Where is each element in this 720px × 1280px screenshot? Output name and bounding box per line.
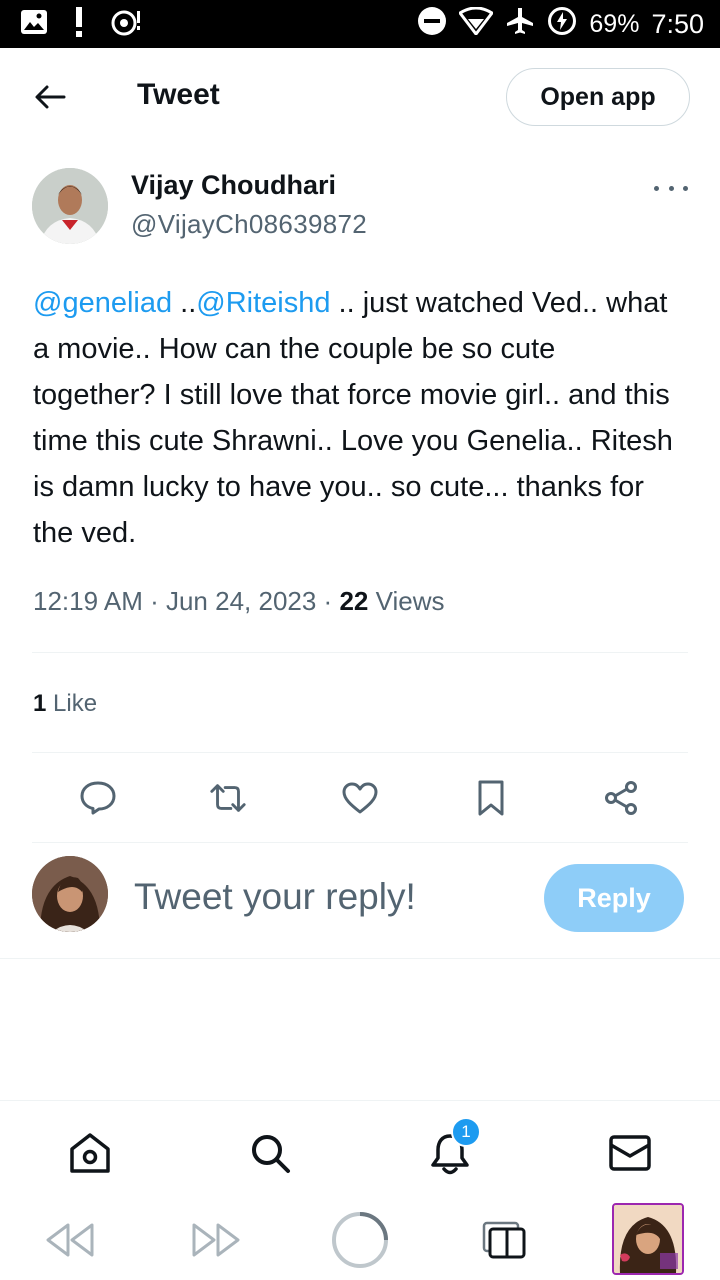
home-icon[interactable] bbox=[66, 1129, 114, 1177]
airplane-icon bbox=[505, 6, 535, 43]
mention-link[interactable]: @geneliad bbox=[33, 287, 172, 319]
current-user-avatar bbox=[32, 856, 108, 932]
tweet-actions bbox=[32, 770, 688, 826]
likes-count: 1 bbox=[33, 690, 47, 717]
open-app-button[interactable]: Open app bbox=[506, 68, 690, 126]
bottom-navigation: 1 bbox=[0, 1100, 720, 1200]
battery-charging-icon bbox=[547, 6, 577, 43]
browser-toolbar bbox=[0, 1200, 720, 1280]
battery-level: 69% bbox=[589, 9, 640, 38]
fast-forward-icon[interactable] bbox=[186, 1210, 246, 1270]
divider bbox=[32, 652, 688, 653]
clock: 7:50 bbox=[651, 8, 704, 39]
tweet-text-fragment: .. bbox=[172, 287, 197, 319]
author-handle[interactable]: @VijayCh08639872 bbox=[131, 209, 367, 240]
tweet-time[interactable]: 12:19 AM bbox=[33, 586, 143, 616]
reply-input[interactable] bbox=[134, 872, 514, 922]
divider bbox=[32, 752, 688, 753]
mention-link[interactable]: @Riteishd bbox=[196, 287, 330, 319]
status-bar: 69% 7:50 bbox=[0, 0, 720, 48]
share-icon[interactable] bbox=[601, 778, 641, 818]
alert-icon bbox=[74, 6, 84, 42]
tweet-meta: 12:19 AM · Jun 24, 2023 · 22 Views bbox=[33, 586, 445, 616]
tweet-date[interactable]: Jun 24, 2023 bbox=[166, 586, 316, 616]
divider bbox=[32, 842, 688, 843]
reply-button[interactable]: Reply bbox=[544, 864, 684, 932]
like-icon[interactable] bbox=[340, 778, 380, 818]
more-options-icon[interactable] bbox=[654, 178, 688, 198]
likes-stat[interactable]: 1 Like bbox=[33, 690, 97, 718]
likes-label: Like bbox=[53, 690, 98, 717]
messages-icon[interactable] bbox=[606, 1129, 654, 1177]
retweet-icon[interactable] bbox=[208, 778, 248, 818]
back-button[interactable] bbox=[30, 80, 70, 114]
loading-spinner-icon[interactable] bbox=[330, 1210, 390, 1270]
notifications-badge: 1 bbox=[451, 1117, 481, 1147]
page-title: Tweet bbox=[137, 78, 220, 111]
rewind-icon[interactable] bbox=[40, 1210, 100, 1270]
author-avatar[interactable] bbox=[32, 168, 108, 244]
views-count: 22 bbox=[339, 586, 369, 616]
bookmark-icon[interactable] bbox=[471, 778, 511, 818]
views-label: Views bbox=[375, 586, 445, 616]
dnd-icon bbox=[417, 6, 447, 43]
divider bbox=[0, 958, 720, 959]
wifi-icon bbox=[458, 6, 495, 42]
search-icon[interactable] bbox=[246, 1129, 294, 1177]
tweet-text: @geneliad ..@Riteishd .. just watched Ve… bbox=[33, 280, 683, 556]
reply-icon[interactable] bbox=[78, 778, 118, 818]
author-name[interactable]: Vijay Choudhari bbox=[131, 170, 336, 201]
tweet-text-body: .. just watched Ved.. what a movie.. How… bbox=[33, 287, 673, 549]
top-app-bar: Tweet Open app bbox=[0, 48, 720, 146]
sync-icon bbox=[110, 8, 142, 41]
back-arrow-icon bbox=[35, 85, 66, 109]
tabs-icon[interactable] bbox=[474, 1210, 534, 1270]
profile-thumbnail[interactable] bbox=[612, 1203, 684, 1275]
gallery-icon bbox=[20, 9, 48, 40]
